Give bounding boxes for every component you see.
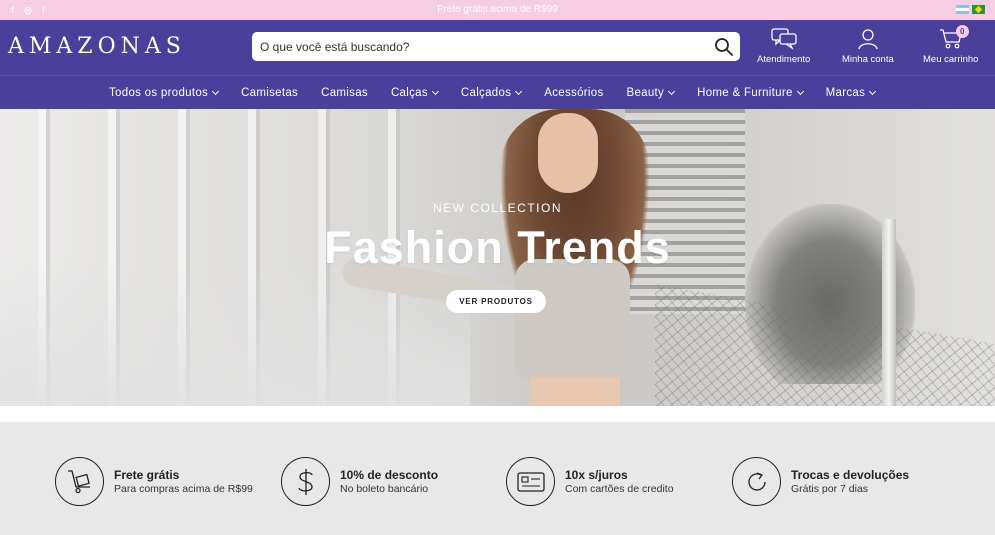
nav-item-label: Camisas xyxy=(321,86,368,99)
nav-item-label: Acessórios xyxy=(544,86,604,99)
dollar-icon xyxy=(281,457,330,506)
chevron-down-icon xyxy=(431,87,439,95)
hero-banner: NEW COLLECTION Fashion Trends VER PRODUT… xyxy=(0,109,995,406)
nav-item-label: Calças xyxy=(390,86,428,99)
top-bar: f ◎ t Frete grátis acima de R$99 xyxy=(0,0,995,20)
nav-item-label: Todos os produtos xyxy=(109,86,209,99)
cart-count-badge: 0 xyxy=(955,25,969,38)
benefit-subtitle: No boleto bancário xyxy=(340,482,429,495)
argentina-flag-icon[interactable] xyxy=(956,5,969,14)
main-nav: Todos os produtos Camisetas Camisas Calç… xyxy=(0,75,995,109)
benefit-frete-gratis: Frete grátis Para compras acima de R$99 xyxy=(55,457,253,506)
language-selector xyxy=(956,5,985,14)
refresh-icon xyxy=(732,457,781,506)
benefit-title: Frete grátis xyxy=(114,467,180,482)
benefit-subtitle: Para compras acima de R$99 xyxy=(114,482,253,495)
nav-item-label: Calçados xyxy=(460,86,512,99)
meu-carrinho-link[interactable]: 0 Meu carrinho xyxy=(923,25,979,65)
benefits-strip: Frete grátis Para compras acima de R$99 … xyxy=(0,422,995,535)
benefit-subtitle: Grátis por 7 dias xyxy=(791,482,869,495)
chevron-down-icon xyxy=(212,87,220,95)
chat-icon xyxy=(771,28,797,50)
nav-item-acessorios[interactable]: Acessórios xyxy=(544,87,603,99)
benefit-desconto: 10% de desconto No boleto bancário xyxy=(281,457,438,506)
minha-conta-link[interactable]: Minha conta xyxy=(842,28,894,65)
benefit-title: 10x s/juros xyxy=(565,467,628,482)
delivery-cart-icon xyxy=(55,457,104,506)
chevron-down-icon xyxy=(515,87,523,95)
meu-carrinho-label: Meu carrinho xyxy=(923,54,979,65)
benefit-parcelamento: 10x s/juros Com cartões de credito xyxy=(506,457,674,506)
nav-item-marcas[interactable]: Marcas xyxy=(825,86,877,99)
search-box xyxy=(252,32,740,61)
search-icon[interactable] xyxy=(714,37,734,57)
section-spacer xyxy=(0,406,995,422)
user-icon xyxy=(858,29,878,50)
hero-title: Fashion Trends xyxy=(324,222,671,273)
nav-item-label: Marcas xyxy=(825,86,866,99)
nav-item-camisas[interactable]: Camisas xyxy=(321,87,368,99)
nav-item-todos-os-produtos[interactable]: Todos os produtos xyxy=(109,86,220,99)
hero-kicker: NEW COLLECTION xyxy=(432,201,562,215)
benefit-title: Trocas e devoluções xyxy=(791,467,910,482)
benefit-subtitle: Com cartões de credito xyxy=(565,482,674,495)
hero-model-waist xyxy=(530,377,620,406)
ver-produtos-button[interactable]: VER PRODUTOS xyxy=(446,290,546,313)
promo-text: Frete grátis acima de R$99 xyxy=(437,4,558,15)
chevron-down-icon xyxy=(796,87,804,95)
hero-model-face xyxy=(538,113,598,193)
logo[interactable]: AMAZONAS xyxy=(8,35,186,59)
minha-conta-label: Minha conta xyxy=(842,54,894,65)
nav-item-calcados[interactable]: Calçados xyxy=(460,86,523,99)
search-input[interactable] xyxy=(260,32,700,61)
header: AMAZONAS Atendimento Minha conta xyxy=(0,20,995,75)
nav-item-home-furniture[interactable]: Home & Furniture xyxy=(697,86,804,99)
nav-item-label: Camisetas xyxy=(241,86,299,99)
hero-model-top xyxy=(515,259,630,379)
credit-card-icon xyxy=(506,457,555,506)
chevron-down-icon xyxy=(668,87,676,95)
nav-item-label: Beauty xyxy=(626,86,665,99)
nav-item-label: Home & Furniture xyxy=(697,86,793,99)
nav-item-camisetas[interactable]: Camisetas xyxy=(241,87,298,99)
benefit-trocas: Trocas e devoluções Grátis por 7 dias xyxy=(732,457,909,506)
brazil-flag-icon[interactable] xyxy=(972,5,985,14)
chevron-down-icon xyxy=(869,87,877,95)
nav-item-calcas[interactable]: Calças xyxy=(390,86,439,99)
nav-item-beauty[interactable]: Beauty xyxy=(626,86,676,99)
atendimento-label: Atendimento xyxy=(757,54,811,65)
benefit-title: 10% de desconto xyxy=(340,467,439,482)
atendimento-link[interactable]: Atendimento xyxy=(757,28,810,65)
